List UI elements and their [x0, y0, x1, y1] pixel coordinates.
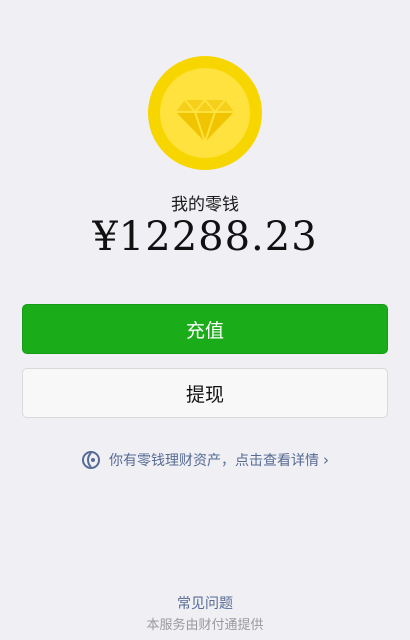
wealth-assets-link[interactable]: 你有零钱理财资产，点击查看详情 ›	[0, 450, 410, 470]
chevron-right-icon: ›	[323, 451, 329, 469]
faq-link[interactable]: 常见问题	[0, 593, 410, 613]
wallet-title: 我的零钱	[171, 195, 239, 215]
withdraw-button[interactable]: 提现	[22, 368, 388, 418]
wealth-icon	[81, 450, 101, 470]
recharge-button[interactable]: 充值	[22, 304, 388, 354]
wallet-balance: ¥12288.23	[92, 214, 318, 260]
wealth-link-text: 你有零钱理财资产，点击查看详情	[109, 453, 319, 469]
wallet-coin-diamond-icon	[148, 56, 262, 170]
provider-note: 本服务由财付通提供	[146, 618, 264, 633]
